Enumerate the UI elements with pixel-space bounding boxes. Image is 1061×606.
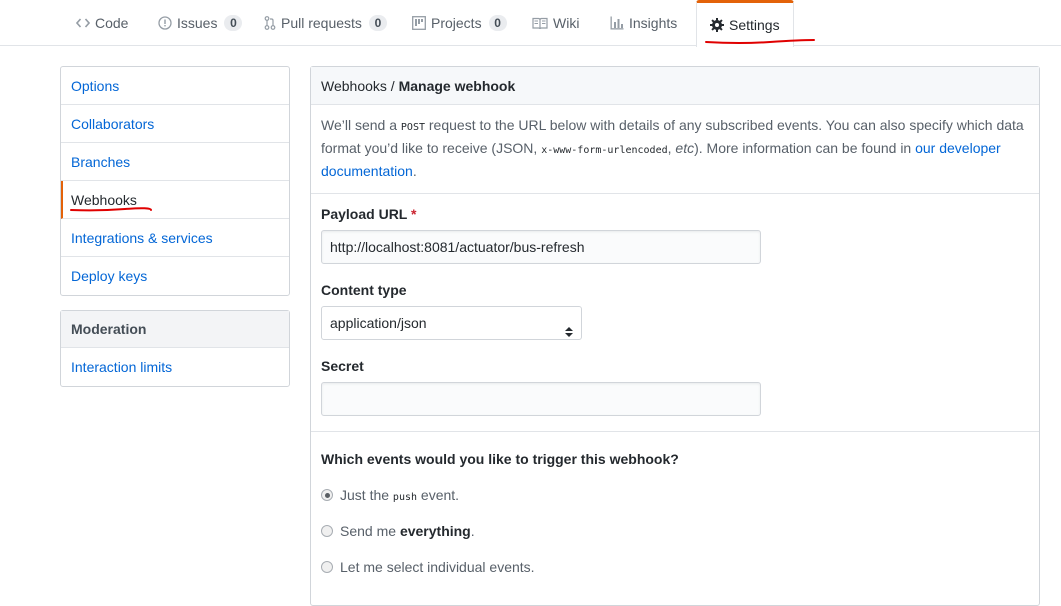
count-badge: 0 (488, 15, 507, 31)
radio-text: Just the (340, 487, 393, 503)
webhook-description: We’ll send a POST request to the URL bel… (311, 105, 1039, 194)
events-question: Which events would you like to trigger t… (321, 451, 679, 467)
tab-label: Projects (431, 15, 482, 31)
count-badge: 0 (368, 15, 387, 31)
tab-label: Code (95, 15, 129, 31)
desc-code: POST (400, 122, 425, 133)
annotation-underline (705, 39, 815, 44)
content-type-select[interactable]: application/json (321, 306, 582, 340)
desc-emphasis: etc (675, 140, 695, 156)
code-icon (76, 17, 90, 29)
sidebar-item-deploy-keys[interactable]: Deploy keys (61, 257, 289, 295)
required-marker: * (411, 206, 417, 222)
sidebar-item-interaction-limits[interactable]: Interaction limits (61, 348, 289, 386)
event-option-everything[interactable]: Send me everything. (321, 523, 475, 539)
radio-button[interactable] (321, 525, 333, 537)
pull-request-icon (264, 16, 276, 30)
book-icon (532, 17, 548, 30)
moderation-menu: Moderation Interaction limits (60, 310, 290, 387)
sidebar-item-integrations[interactable]: Integrations & services (61, 219, 289, 257)
repo-nav: Code Issues 0 Pull requests 0 Projects 0… (0, 0, 1061, 47)
event-option-individual[interactable]: Let me select individual events. (321, 559, 535, 575)
tab-label: Settings (729, 17, 780, 33)
count-badge: 0 (224, 15, 243, 31)
tab-label: Insights (629, 15, 678, 31)
tab-code[interactable]: Code (76, 0, 128, 46)
breadcrumb-parent[interactable]: Webhooks (321, 78, 387, 94)
webhook-form-panel: Webhooks / Manage webhook We’ll send a P… (310, 66, 1040, 606)
label-text: Payload URL (321, 206, 408, 222)
settings-menu: Options Collaborators Branches Webhooks … (60, 66, 290, 296)
issue-icon (158, 16, 172, 30)
radio-button[interactable] (321, 561, 333, 573)
tab-pull-requests[interactable]: Pull requests 0 (264, 0, 387, 46)
desc-code: x-www-form-urlencoded (541, 145, 668, 156)
radio-code: push (392, 492, 418, 503)
secret-label: Secret (321, 358, 364, 374)
sidebar-item-branches[interactable]: Branches (61, 143, 289, 181)
moderation-heading: Moderation (61, 311, 289, 348)
radio-text: event. (417, 487, 460, 503)
tab-label: Wiki (553, 15, 580, 31)
radio-label: Just the push event. (340, 487, 459, 503)
select-arrows-icon (565, 317, 573, 349)
gear-icon (710, 18, 724, 32)
breadcrumb-separator: / (386, 78, 399, 94)
tab-wiki[interactable]: Wiki (532, 0, 579, 46)
desc-text: ). More information can be found in (694, 140, 916, 156)
project-icon (412, 16, 426, 30)
breadcrumb-current: Manage webhook (398, 78, 516, 94)
secret-input[interactable] (321, 382, 761, 416)
content-type-label: Content type (321, 282, 407, 298)
tab-projects[interactable]: Projects 0 (412, 0, 507, 46)
radio-text: . (470, 523, 475, 539)
radio-text: Send me (340, 523, 400, 539)
radio-label: Send me everything. (340, 523, 475, 539)
tab-issues[interactable]: Issues 0 (158, 0, 243, 46)
tab-label: Issues (177, 15, 218, 31)
sidebar-item-webhooks[interactable]: Webhooks (61, 181, 289, 219)
event-option-push[interactable]: Just the push event. (321, 487, 459, 503)
select-value: application/json (330, 315, 427, 331)
sidebar-item-options[interactable]: Options (61, 67, 289, 105)
annotation-underline (70, 207, 152, 212)
radio-label: Let me select individual events. (340, 559, 535, 575)
sidebar-item-collaborators[interactable]: Collaborators (61, 105, 289, 143)
tab-insights[interactable]: Insights (610, 0, 677, 46)
payload-url-label: Payload URL * (321, 206, 416, 222)
breadcrumb: Webhooks / Manage webhook (311, 67, 1039, 105)
graph-icon (610, 16, 624, 30)
radio-button[interactable] (321, 489, 333, 501)
payload-url-input[interactable]: http://localhost:8081/actuator/bus-refre… (321, 230, 761, 264)
tab-label: Pull requests (281, 15, 362, 31)
desc-text: We’ll send a (321, 117, 401, 133)
radio-bold: everything (399, 523, 471, 539)
desc-text: . (412, 163, 417, 179)
section-divider (311, 431, 1039, 432)
